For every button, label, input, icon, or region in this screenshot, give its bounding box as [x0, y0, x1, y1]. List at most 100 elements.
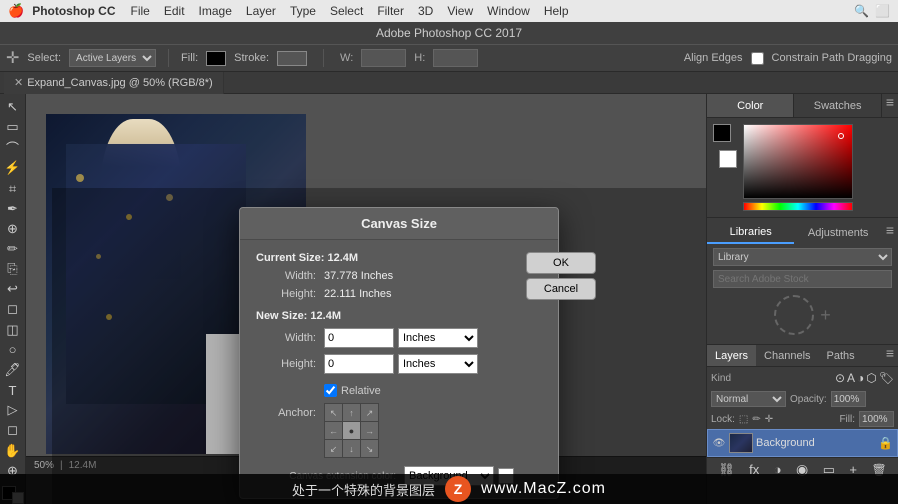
brush-tool[interactable]: ✏ — [2, 240, 24, 258]
move-tool-icon[interactable]: ✛ — [6, 48, 19, 68]
filter-adjust[interactable]: ◑ — [857, 371, 864, 385]
width-unit-select[interactable]: Inches Pixels Percent — [398, 328, 478, 348]
anchor-mr[interactable]: → — [361, 422, 379, 440]
lib-plus-icon[interactable]: + — [820, 305, 831, 326]
h-label: H: — [414, 52, 425, 64]
fill-input[interactable] — [859, 411, 894, 427]
width-input[interactable] — [361, 49, 406, 67]
eyedropper-tool[interactable]: ✒ — [2, 200, 24, 218]
select-dropdown[interactable]: Active Layers — [69, 49, 156, 67]
gradient-tool[interactable]: ◫ — [2, 321, 24, 339]
menu-filter[interactable]: Filter — [370, 0, 411, 22]
menu-file[interactable]: File — [124, 0, 157, 22]
anchor-mc[interactable]: ● — [343, 422, 361, 440]
search-icon[interactable]: 🔍 — [854, 4, 869, 18]
height-label: Height: — [256, 288, 316, 300]
pen-tool[interactable]: 🖊 — [2, 361, 24, 379]
new-width-input[interactable] — [324, 328, 394, 348]
menu-type[interactable]: Type — [283, 0, 323, 22]
panel-menu-icon[interactable]: ≡ — [882, 94, 898, 117]
filter-smart[interactable]: ⬡ — [866, 371, 876, 385]
fill-label: Fill: — [839, 414, 855, 425]
adobe-stock-search[interactable] — [713, 270, 892, 288]
anchor-tr[interactable]: ↗ — [361, 404, 379, 422]
height-unit-select[interactable]: Inches Pixels Percent — [398, 354, 478, 374]
new-size-section: New Size: 12.4M Width: Inches Pixels Per… — [256, 310, 514, 374]
height-input[interactable] — [433, 49, 478, 67]
menu-3d[interactable]: 3D — [411, 0, 440, 22]
libraries-panel: Libraries Adjustments ≡ Library ⊞ ☰ + — [707, 218, 898, 345]
ok-button[interactable]: OK — [526, 252, 596, 274]
eraser-tool[interactable]: ◻ — [2, 300, 24, 318]
lasso-tool[interactable]: ⌒ — [2, 138, 24, 157]
anchor-br[interactable]: ↘ — [361, 440, 379, 458]
opacity-input[interactable] — [831, 391, 866, 407]
filter-toggle[interactable]: ⊙ — [835, 371, 845, 385]
hue-strip[interactable] — [743, 202, 853, 211]
blend-mode-row: Normal Opacity: — [707, 389, 898, 409]
watermark-bar: 处于一个特殊的背景图层 Z www.MacZ.com — [0, 474, 898, 504]
lib-panel-menu[interactable]: ≡ — [882, 222, 898, 244]
new-height-input[interactable] — [324, 354, 394, 374]
dialog-title: Canvas Size — [240, 208, 558, 240]
dodge-tool[interactable]: ○ — [2, 341, 24, 359]
hand-tool[interactable]: ✋ — [2, 442, 24, 460]
crop-tool[interactable]: ⌗ — [2, 179, 24, 197]
blend-mode-select[interactable]: Normal — [711, 391, 786, 407]
move-tool[interactable]: ↖ — [2, 98, 24, 116]
layer-visibility-toggle[interactable]: 👁 — [712, 436, 726, 450]
fg-bg-squares — [713, 124, 737, 168]
history-tool[interactable]: ↩ — [2, 280, 24, 298]
filter-type[interactable]: A — [847, 371, 855, 385]
current-width-value: 37.778 Inches — [324, 270, 393, 282]
align-edges-checkbox[interactable] — [751, 52, 764, 65]
menu-view[interactable]: View — [440, 0, 480, 22]
path-select-tool[interactable]: ▷ — [2, 401, 24, 419]
screen-mode-icon[interactable]: ⬜ — [875, 4, 890, 18]
close-tab-icon[interactable]: ✕ — [14, 76, 23, 89]
layer-lock-icon: 🔒 — [878, 436, 893, 450]
fg-square[interactable] — [713, 124, 731, 142]
tab-paths[interactable]: Paths — [819, 345, 863, 366]
layers-panel-menu[interactable]: ≡ — [882, 345, 898, 366]
tab-color[interactable]: Color — [707, 94, 794, 117]
anchor-bc[interactable]: ↓ — [343, 440, 361, 458]
menu-edit[interactable]: Edit — [157, 0, 192, 22]
tab-libraries[interactable]: Libraries — [707, 222, 794, 244]
anchor-tc[interactable]: ↑ — [343, 404, 361, 422]
lock-transparent-icon[interactable]: ⬚ — [739, 414, 748, 425]
clone-tool[interactable]: ⎘ — [2, 260, 24, 278]
menu-layer[interactable]: Layer — [239, 0, 283, 22]
relative-checkbox[interactable] — [324, 384, 337, 397]
anchor-bl[interactable]: ↙ — [325, 440, 343, 458]
menu-help[interactable]: Help — [537, 0, 576, 22]
menu-image[interactable]: Image — [192, 0, 239, 22]
fill-color-box[interactable] — [206, 51, 226, 66]
layer-item-background[interactable]: 👁 Background 🔒 — [707, 429, 898, 457]
marquee-tool[interactable]: ▭ — [2, 118, 24, 136]
menu-select[interactable]: Select — [323, 0, 370, 22]
cancel-button[interactable]: Cancel — [526, 278, 596, 300]
tab-adjustments[interactable]: Adjustments — [794, 222, 881, 244]
tab-channels[interactable]: Channels — [756, 345, 818, 366]
tab-swatches[interactable]: Swatches — [794, 94, 881, 117]
library-select[interactable]: Library — [713, 248, 892, 266]
layer-name-label: Background — [756, 437, 875, 449]
color-picker[interactable] — [713, 124, 892, 211]
menu-window[interactable]: Window — [480, 0, 537, 22]
filter-color[interactable]: 🏷 — [879, 371, 894, 385]
sl-gradient[interactable] — [743, 124, 853, 199]
anchor-ml[interactable]: ← — [325, 422, 343, 440]
library-placeholder: + — [707, 290, 898, 340]
magic-wand-tool[interactable]: ⚡ — [2, 159, 24, 177]
stroke-color-box[interactable] — [277, 51, 307, 66]
shape-tool[interactable]: ◻ — [2, 421, 24, 439]
lock-image-icon[interactable]: ✏ — [752, 414, 760, 425]
anchor-tl[interactable]: ↖ — [325, 404, 343, 422]
canvas-tab[interactable]: ✕ Expand_Canvas.jpg @ 50% (RGB/8*) — [4, 72, 224, 94]
heal-tool[interactable]: ⊕ — [2, 220, 24, 238]
type-tool[interactable]: T — [2, 381, 24, 399]
lock-position-icon[interactable]: ✛ — [765, 414, 773, 425]
tab-layers[interactable]: Layers — [707, 345, 756, 366]
bg-square[interactable] — [719, 150, 737, 168]
